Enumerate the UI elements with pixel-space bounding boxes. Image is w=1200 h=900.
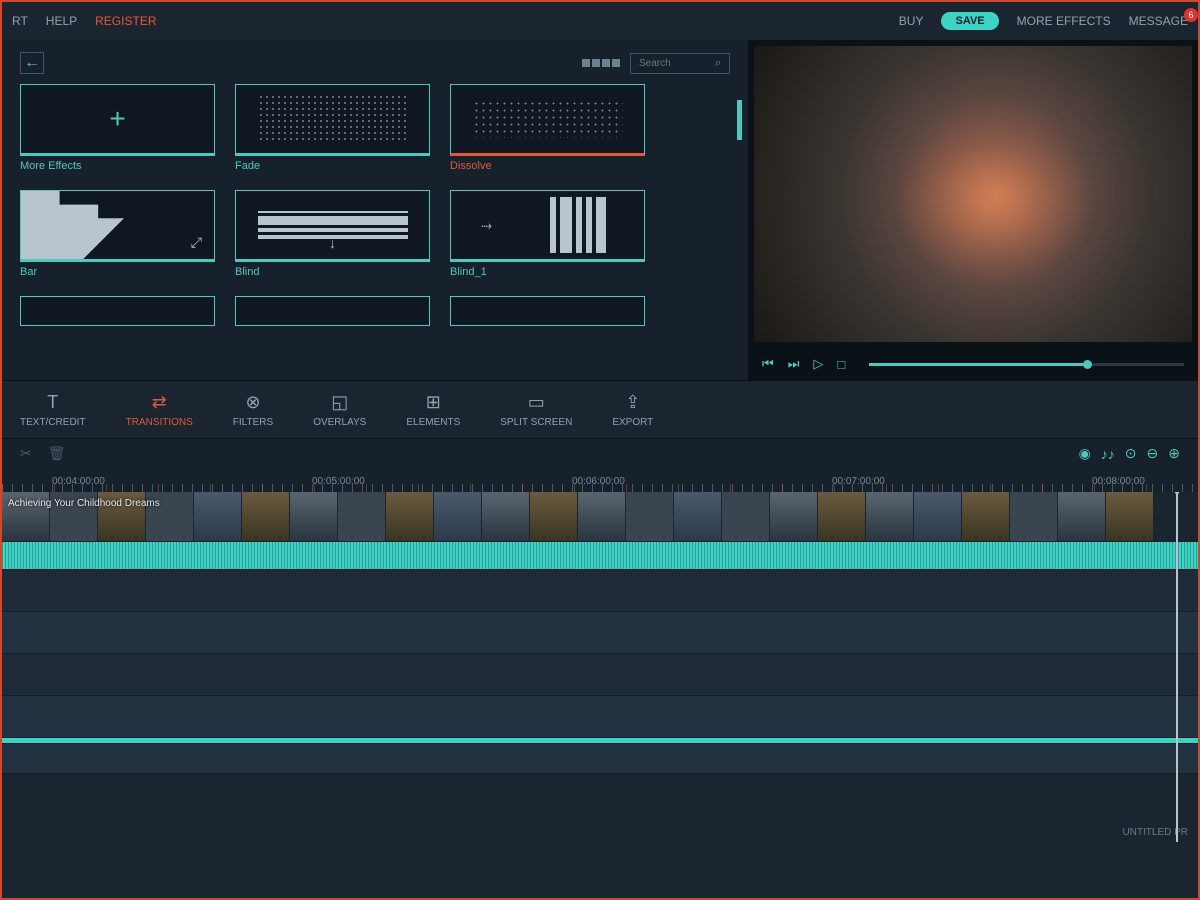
clip-thumb[interactable] [770,492,818,541]
preview-panel: ⏮ ⏭ ▷ □ [748,40,1198,380]
menu-help[interactable]: HELP [46,14,77,28]
splitscreen-icon: ▭ [528,391,545,413]
clip-title: Achieving Your Childhood Dreams [8,498,160,509]
effect-browser: ← ⌕ + More Effects Fade [2,40,748,380]
category-tabbar: T TEXT/CREDIT ⇄ TRANSITIONS ⊗ FILTERS ◱ … [2,380,1198,439]
clip-thumb[interactable] [290,492,338,541]
transitions-icon: ⇄ [152,391,167,413]
grid-view-toggle[interactable] [582,59,620,67]
stop-button[interactable]: □ [837,357,845,372]
clip-thumb[interactable] [674,492,722,541]
transition-item-extra[interactable] [450,296,645,326]
filters-icon: ⊗ [245,391,260,413]
clip-thumb[interactable] [434,492,482,541]
clip-thumb[interactable] [722,492,770,541]
tab-export[interactable]: ⇪ EXPORT [612,391,653,428]
clip-thumb[interactable] [338,492,386,541]
empty-track[interactable] [2,612,1198,654]
delete-tool[interactable]: 🗑 [48,445,66,462]
arrow-down-icon: ↓ [329,235,336,251]
scrollbar[interactable] [737,100,742,140]
dissolve-pattern-icon [473,100,623,138]
menu-rt[interactable]: RT [12,14,28,28]
transition-dissolve[interactable]: Dissolve [450,84,645,172]
transition-item-extra[interactable] [235,296,430,326]
transition-blind-1[interactable]: ⤑ Blind_1 [450,190,645,278]
playhead[interactable] [1176,492,1178,842]
prev-frame-button[interactable]: ⏮ [762,356,774,372]
timeline[interactable]: Achieving Your Childhood Dreams UNTITLED… [2,492,1198,842]
arrow-right-icon: ⤑ [481,217,492,234]
bar-pattern-icon [21,191,214,259]
player-controls: ⏮ ⏭ ▷ □ [748,348,1198,380]
preview-video[interactable] [754,46,1192,342]
save-button[interactable]: SAVE [941,12,998,30]
clip-thumb[interactable] [1010,492,1058,541]
transition-more-effects[interactable]: + More Effects [20,84,215,172]
top-menu-bar: RT HELP REGISTER BUY SAVE MORE EFFECTS M… [2,2,1198,40]
plus-icon: + [109,103,125,135]
empty-track[interactable] [2,696,1198,738]
message-button[interactable]: MESSAGE 6 [1129,14,1188,28]
back-button[interactable]: ← [20,52,44,74]
clip-thumb[interactable] [530,492,578,541]
clip-thumb[interactable] [482,492,530,541]
clip-thumb[interactable] [626,492,674,541]
empty-track[interactable] [2,654,1198,696]
clip-thumb[interactable] [818,492,866,541]
timeline-ruler[interactable]: 00:04:00:00 00:05:00:00 00:06:00:00 00:0… [2,468,1198,492]
arrow-left-icon: ← [24,54,40,72]
audio-button[interactable]: ♪♪ [1101,446,1115,462]
overlays-icon: ◱ [331,391,348,413]
buy-button[interactable]: BUY [899,14,924,28]
transition-item-extra[interactable] [20,296,215,326]
search-icon: ⌕ [715,57,721,70]
clip-thumb[interactable] [194,492,242,541]
render-button[interactable]: ◉ [1079,445,1091,462]
menu-register[interactable]: REGISTER [95,14,156,28]
tab-filters[interactable]: ⊗ FILTERS [233,391,273,428]
tab-overlays[interactable]: ◱ OVERLAYS [313,391,366,428]
progress-thumb[interactable] [1083,360,1092,369]
clip-thumb[interactable] [914,492,962,541]
arrow-diag-icon: ⤢ [191,234,202,251]
tab-elements[interactable]: ⊞ ELEMENTS [406,391,460,428]
project-name: UNTITLED PR [1122,827,1188,838]
clip-thumb[interactable] [962,492,1010,541]
zoom-out-button[interactable]: ⊖ [1147,445,1159,462]
clip-thumb[interactable] [866,492,914,541]
audio-track[interactable] [2,542,1198,570]
timeline-toolbar: ✂ 🗑 ◉ ♪♪ ⊙ ⊖ ⊕ [2,439,1198,468]
clip-thumb[interactable] [1058,492,1106,541]
clip-thumb[interactable] [578,492,626,541]
video-track[interactable]: Achieving Your Childhood Dreams [2,492,1198,542]
play-button[interactable]: ▷ [813,356,823,372]
tab-split-screen[interactable]: ▭ SPLIT SCREEN [500,391,572,428]
transition-fade[interactable]: Fade [235,84,430,172]
export-icon: ⇪ [625,391,640,413]
transition-blind[interactable]: ↓ Blind [235,190,430,278]
next-frame-button[interactable]: ⏭ [788,356,800,372]
clip-thumb[interactable] [242,492,290,541]
tab-text-credit[interactable]: T TEXT/CREDIT [20,391,86,428]
zoom-in-button[interactable]: ⊕ [1168,445,1180,462]
progress-bar[interactable] [869,363,1184,366]
blind1-pattern-icon [550,197,606,253]
record-button[interactable]: ⊙ [1125,445,1137,462]
elements-icon: ⊞ [426,391,441,413]
tab-transitions[interactable]: ⇄ TRANSITIONS [126,391,193,428]
clip-thumb[interactable] [1106,492,1154,541]
cut-tool[interactable]: ✂ [20,445,32,462]
text-icon: T [47,391,58,413]
notification-badge: 6 [1184,8,1198,22]
search-box[interactable]: ⌕ [630,53,730,74]
transition-bar[interactable]: ⤢ Bar [20,190,215,278]
fade-pattern-icon [258,94,408,144]
clip-thumb[interactable] [386,492,434,541]
empty-track[interactable] [2,744,1198,774]
more-effects-button[interactable]: MORE EFFECTS [1017,14,1111,28]
search-input[interactable] [639,58,709,69]
empty-track[interactable] [2,570,1198,612]
